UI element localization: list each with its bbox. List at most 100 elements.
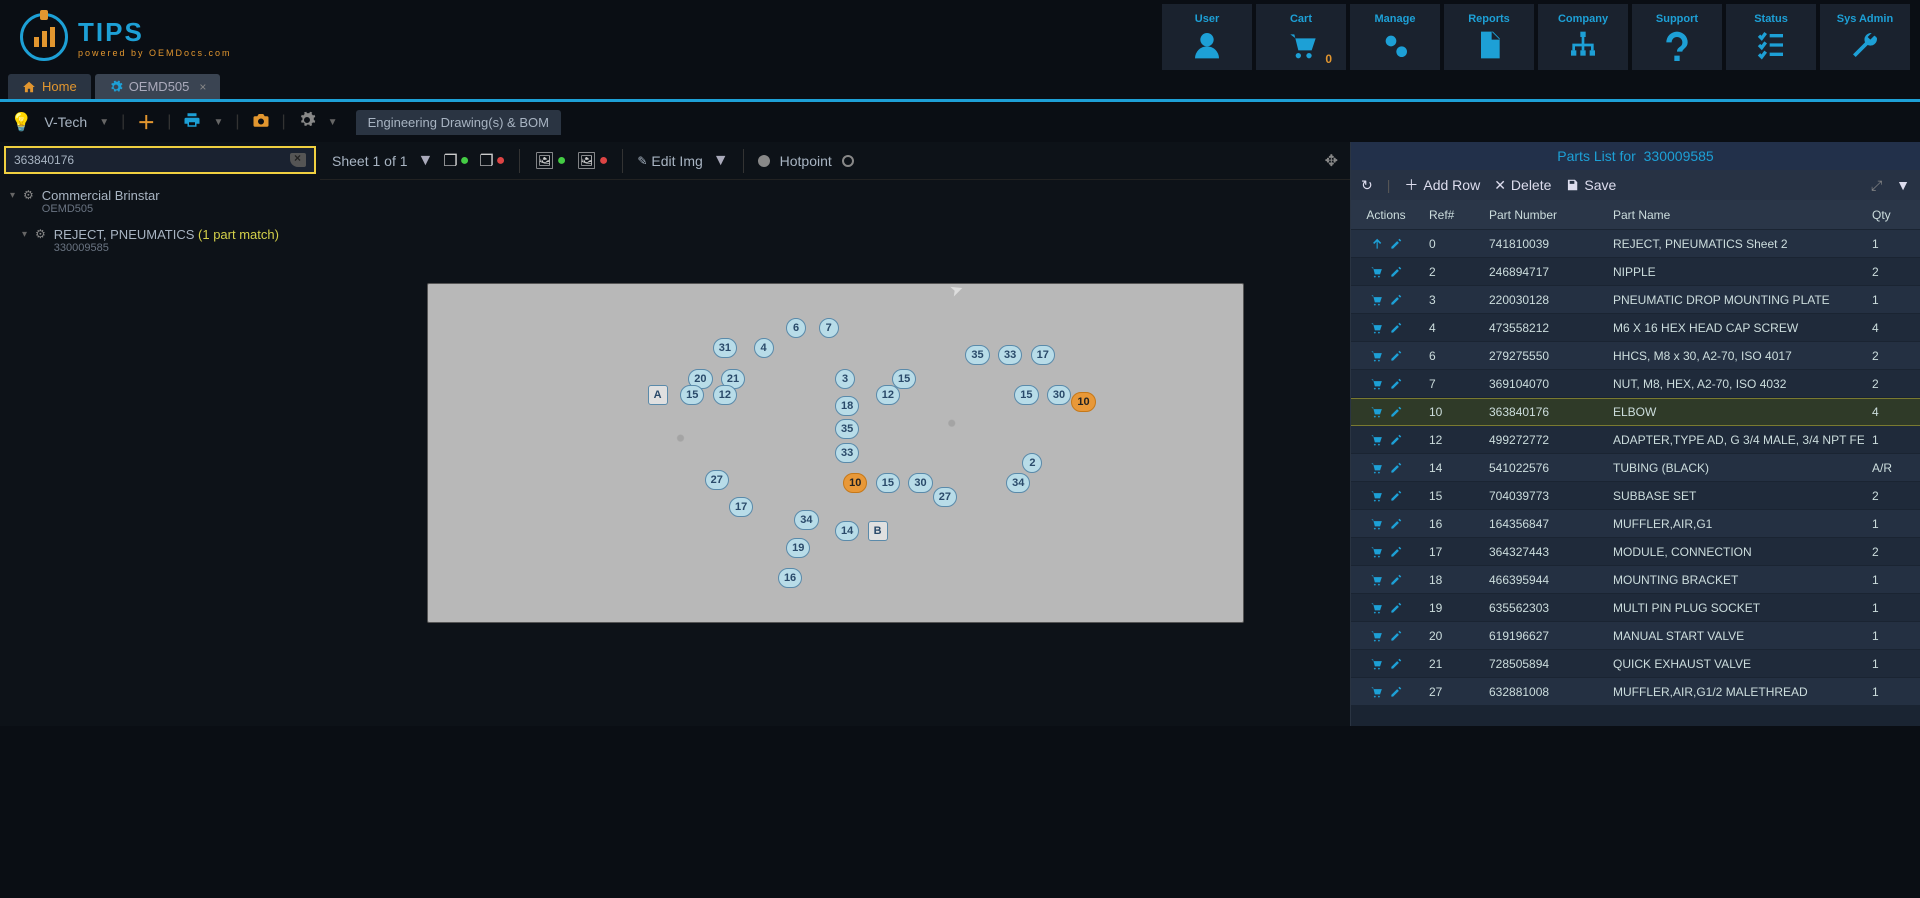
callout-7[interactable]: 7 [819,318,839,338]
callout-19[interactable]: 19 [786,538,810,558]
edit-icon[interactable] [1389,293,1403,307]
edit-img-toggle[interactable]: ✎Edit Img [637,153,702,169]
edit-icon[interactable] [1389,321,1403,335]
col-name[interactable]: Part Name [1605,208,1864,222]
nav-cart[interactable]: Cart0 [1256,4,1346,70]
callout-15[interactable]: 15 [1014,385,1038,405]
callout-21[interactable]: 21 [721,369,745,389]
callout-17[interactable]: 17 [1031,345,1055,365]
cart-icon[interactable] [1369,629,1383,643]
edit-icon[interactable] [1389,433,1403,447]
table-row[interactable]: 7369104070NUT, M8, HEX, A2-70, ISO 40322 [1351,370,1920,398]
edit-icon[interactable] [1389,629,1403,643]
edit-icon[interactable] [1389,377,1403,391]
cart-icon[interactable] [1369,377,1383,391]
cart-icon[interactable] [1369,461,1383,475]
tab-home[interactable]: Home [8,74,91,99]
callout-15[interactable]: 15 [892,369,916,389]
edit-icon[interactable] [1389,265,1403,279]
edit-icon[interactable] [1389,685,1403,699]
image-remove[interactable]: 🖼● [576,151,608,171]
table-row[interactable]: 20619196627MANUAL START VALVE1 [1351,622,1920,650]
callout-27[interactable]: 27 [705,470,729,490]
image-add[interactable]: 🖼● [534,151,566,171]
logo[interactable]: TIPS powered by OEMDocs.com [0,7,252,67]
lightbulb-icon[interactable]: 💡 [10,112,32,133]
add-row-button[interactable]: ＋ Add Row [1404,175,1480,195]
callout-30[interactable]: 30 [908,473,932,493]
table-row[interactable]: 4473558212M6 X 16 HEX HEAD CAP SCREW4 [1351,314,1920,342]
tab-doc[interactable]: OEMD505 × [95,74,221,99]
sub-tab-bom[interactable]: Engineering Drawing(s) & BOM [356,110,561,135]
table-row[interactable]: 14541022576TUBING (BLACK)A/R [1351,454,1920,482]
copy-remove[interactable]: ❐● [479,151,505,171]
nav-status[interactable]: Status [1726,4,1816,70]
col-qty[interactable]: Qty [1864,208,1920,222]
edit-icon[interactable] [1389,405,1403,419]
table-row[interactable]: 16164356847MUFFLER,AIR,G11 [1351,510,1920,538]
add-icon[interactable]: ＋ [137,109,155,135]
edit-icon[interactable] [1389,517,1403,531]
table-row[interactable]: 2246894717NIPPLE2 [1351,258,1920,286]
edit-icon[interactable] [1389,601,1403,615]
callout-33[interactable]: 33 [835,443,859,463]
table-row[interactable]: 19635562303MULTI PIN PLUG SOCKET1 [1351,594,1920,622]
move-icon[interactable]: ✥ [1325,151,1338,171]
sheet-label[interactable]: Sheet 1 of 1 [332,153,408,169]
nav-user[interactable]: User [1162,4,1252,70]
callout-31[interactable]: 31 [713,338,737,358]
callout-16[interactable]: 16 [778,568,802,588]
close-icon[interactable]: × [199,80,206,94]
cart-icon[interactable] [1369,321,1383,335]
expand-icon[interactable]: ⤢ [1871,177,1882,194]
print-icon[interactable] [183,111,201,134]
refresh-button[interactable]: ↻ [1361,177,1373,194]
cart-icon[interactable] [1369,573,1383,587]
table-row[interactable]: 17364327443MODULE, CONNECTION2 [1351,538,1920,566]
goto-icon[interactable] [1369,237,1383,251]
settings-icon[interactable] [298,111,316,134]
col-ref[interactable]: Ref# [1421,208,1481,222]
table-row[interactable]: 3220030128PNEUMATIC DROP MOUNTING PLATE1 [1351,286,1920,314]
table-row[interactable]: 27632881008MUFFLER,AIR,G1/2 MALETHREAD1 [1351,678,1920,706]
table-row[interactable]: 10363840176ELBOW4 [1351,398,1920,426]
cart-icon[interactable] [1369,265,1383,279]
copy-add[interactable]: ❐● [443,151,469,171]
camera-icon[interactable] [252,111,270,134]
nav-manage[interactable]: Manage [1350,4,1440,70]
callout-A[interactable]: A [648,385,668,405]
callout-35[interactable]: 35 [965,345,989,365]
callout-30[interactable]: 30 [1047,385,1071,405]
search-box[interactable] [4,146,316,174]
edit-icon[interactable] [1389,237,1403,251]
callout-27[interactable]: 27 [933,487,957,507]
table-row[interactable]: 21728505894QUICK EXHAUST VALVE1 [1351,650,1920,678]
save-button[interactable]: Save [1565,177,1616,193]
edit-icon[interactable] [1389,349,1403,363]
callout-2[interactable]: 2 [1022,453,1042,473]
callout-3[interactable]: 3 [835,369,855,389]
search-input[interactable] [14,153,290,167]
cart-icon[interactable] [1369,433,1383,447]
cart-icon[interactable] [1369,545,1383,559]
callout-34[interactable]: 34 [794,510,818,530]
edit-icon[interactable] [1389,489,1403,503]
callout-33[interactable]: 33 [998,345,1022,365]
callout-12[interactable]: 12 [713,385,737,405]
nav-reports[interactable]: Reports [1444,4,1534,70]
table-row[interactable]: 6279275550HHCS, M8 x 30, A2-70, ISO 4017… [1351,342,1920,370]
table-row[interactable]: 0741810039REJECT, PNEUMATICS Sheet 21 [1351,230,1920,258]
col-pn[interactable]: Part Number [1481,208,1605,222]
cart-icon[interactable] [1369,517,1383,531]
callout-20[interactable]: 20 [688,369,712,389]
callout-34[interactable]: 34 [1006,473,1030,493]
delete-button[interactable]: ✕ Delete [1494,177,1551,194]
nav-company[interactable]: Company [1538,4,1628,70]
callout-35[interactable]: 35 [835,419,859,439]
callout-15[interactable]: 15 [680,385,704,405]
cart-icon[interactable] [1369,349,1383,363]
tree-item-assembly[interactable]: ▾ ⚙ REJECT, PNEUMATICS (1 part match) 33… [0,221,320,260]
callout-4[interactable]: 4 [754,338,774,358]
edit-icon[interactable] [1389,461,1403,475]
callout-6[interactable]: 6 [786,318,806,338]
